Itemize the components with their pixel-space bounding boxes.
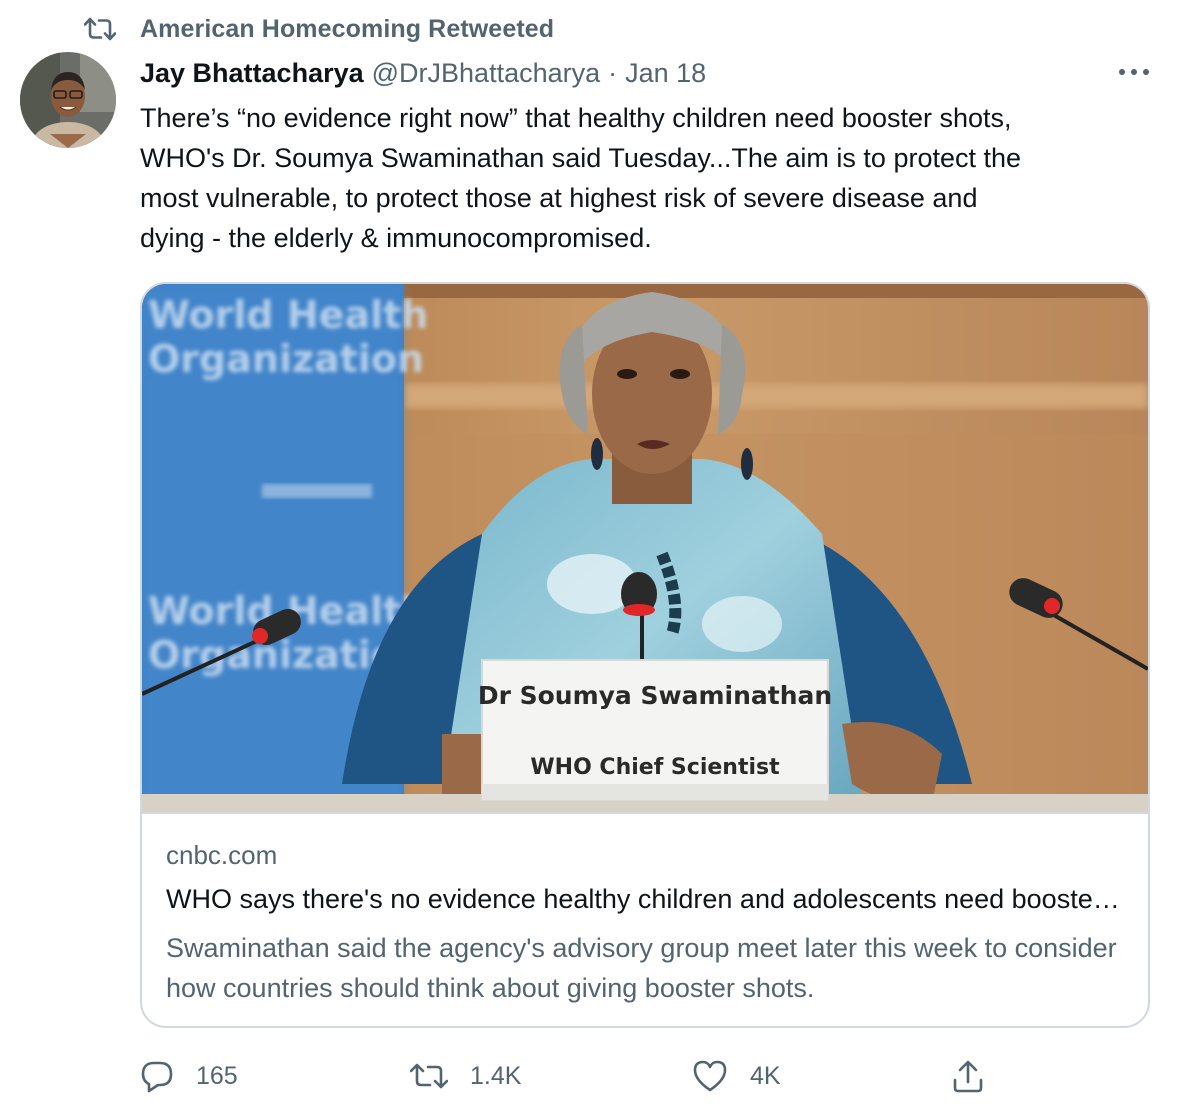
reply-count: 165 — [196, 1061, 238, 1090]
like-count: 4K — [750, 1061, 781, 1090]
nameplate-title: WHO Chief Scientist — [530, 755, 780, 780]
banner-text-1: World Health — [148, 293, 428, 337]
tweet-header: Jay Bhattacharya @DrJBhattacharya · Jan … — [140, 56, 706, 90]
retweet-count: 1.4K — [470, 1061, 522, 1090]
nameplate-name: Dr Soumya Swaminathan — [478, 681, 832, 710]
link-card[interactable]: World Health Organization World Health O… — [140, 282, 1150, 1028]
retweet-icon — [410, 1061, 448, 1091]
more-button[interactable] — [1114, 60, 1154, 84]
retweet-button[interactable]: 1.4K — [410, 1054, 521, 1098]
share-button[interactable] — [952, 1054, 984, 1098]
link-card-image: World Health Organization World Health O… — [142, 284, 1148, 814]
author-name[interactable]: Jay Bhattacharya — [140, 58, 364, 89]
tweet-text: There’s “no evidence right now” that hea… — [140, 103, 1022, 253]
header-separator: · — [608, 57, 618, 88]
author-handle[interactable]: @DrJBhattacharya — [372, 58, 601, 89]
reply-icon — [140, 1059, 174, 1093]
like-button[interactable]: 4K — [692, 1054, 781, 1098]
link-card-domain: cnbc.com — [166, 840, 278, 870]
avatar[interactable] — [20, 52, 116, 148]
banner-text-2: Organization — [148, 337, 424, 381]
share-icon — [952, 1058, 984, 1094]
more-icon — [1118, 63, 1150, 81]
retweet-context-label: American Homecoming Retweeted — [140, 14, 555, 43]
heart-icon — [692, 1059, 728, 1093]
retweet-icon — [83, 15, 117, 43]
reply-button[interactable]: 165 — [140, 1054, 238, 1098]
link-card-title: WHO says there's no evidence healthy chi… — [166, 884, 1126, 914]
link-card-description: Swaminathan said the agency's advisory g… — [166, 933, 1117, 1003]
tweet-date[interactable]: Jan 18 — [625, 58, 706, 89]
retweet-context[interactable]: American Homecoming Retweeted — [83, 14, 555, 44]
